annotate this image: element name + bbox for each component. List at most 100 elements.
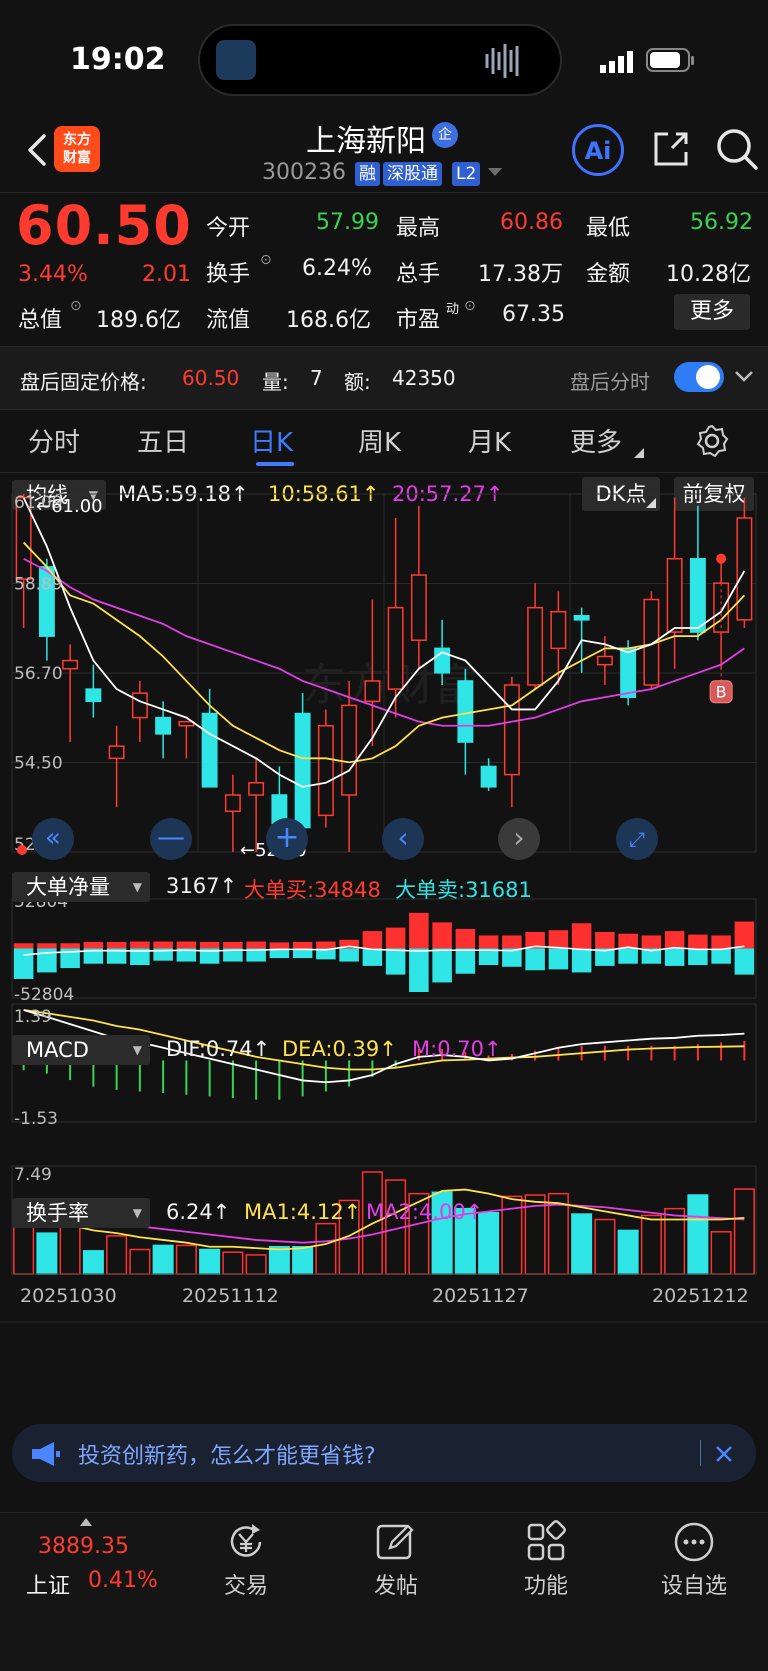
bigorder-buy-bar [595,931,615,949]
index-name[interactable]: 上证 [26,1568,70,1600]
bigorder-sell-bar [664,948,685,966]
date-axis-label: 20251112 [182,1285,279,1307]
scroll-left-button[interactable]: ‹ [382,818,424,860]
bigorder-sell-bar [548,948,569,970]
after-hours-timeshare-label: 盘后分时 [570,370,650,394]
nav-watchlist[interactable]: 设自选 [634,1568,754,1600]
triangle-up-icon [80,1518,92,1526]
turnover-bar [175,1244,197,1275]
back-icon[interactable] [18,128,58,172]
more-button[interactable]: 更多 [674,294,750,330]
after-hours-amt-label: 额: [344,370,371,394]
float-label: 流值 [206,308,251,333]
open-value: 57.99 [316,210,379,235]
buy-marker-label: B [716,683,727,702]
status-time: 19:02 [70,42,166,77]
bigorder-sell-bar [362,948,383,966]
turnover-bar [687,1194,709,1275]
function-grid-icon[interactable] [524,1520,568,1564]
app-logo: 东方 财富 [54,126,100,172]
kline-corner-dot [17,845,27,855]
bigorder-buy-bar [455,928,476,949]
turnover-top-label: 7.49 [14,1165,52,1185]
kline-y-label: 56.70 [14,664,63,684]
amount-value: 10.28亿 [666,262,751,287]
turnover-bar [292,1246,314,1275]
bigorder-sell-bar [432,948,452,983]
bigorder-buy-bar [409,912,429,949]
bigorder-sell-bar [385,948,406,975]
ai-button[interactable]: Ai [572,124,624,176]
candle-body [527,606,544,686]
macd-top-label: 1.39 [14,1007,52,1027]
after-hours-vol-label: 量: [262,370,289,394]
bigorder-buy-bar [618,933,638,949]
kline-chart-area[interactable]: 东方财富61.0958.8956.7054.5052.30←61.00←52.3… [0,480,768,1400]
settings-gear-icon[interactable] [695,424,729,458]
indicator-selector-turnover[interactable]: 换手率 ▼ [12,1198,150,1228]
zoom-out-button[interactable]: — [150,818,192,860]
tab-weekly-k[interactable]: 周K [358,422,401,459]
index-value[interactable]: 3889.35 [38,1534,129,1559]
indicator-selector-macd[interactable]: MACD ▼ [12,1035,150,1065]
close-icon[interactable] [714,1444,734,1464]
pe-label: 市盈 [396,308,441,333]
scroll-left-fast-button[interactable]: « [32,818,74,860]
bigorder-bottom-label: -52804 [14,985,74,1005]
bigorder-buy-bar [385,927,406,949]
indicator-selector-bigorder[interactable]: 大单净量 ▼ [12,872,150,902]
pe-value: 67.35 [502,302,565,327]
tab-daily-k[interactable]: 日K [250,422,293,459]
scroll-right-button[interactable]: › [498,818,540,860]
more-dots-icon[interactable] [672,1520,716,1564]
dropdown-caret-icon: ▼ [132,880,142,894]
bigorder-sell-bar [618,948,638,964]
info-icon[interactable]: ⊙ [260,252,272,268]
volume-label: 总手 [396,262,441,287]
search-icon[interactable] [714,126,760,172]
float-value: 168.6亿 [286,308,371,333]
enterprise-badge: 企 [432,122,458,148]
tabs-divider [0,472,768,473]
tab-monthly-k[interactable]: 月K [468,422,511,459]
stock-name: 上海新阳 [306,124,426,159]
macd-dif-value: DIF:0.74↑ [166,1037,271,1061]
chevron-down-icon[interactable] [488,168,502,178]
notice-text[interactable]: 投资创新药，怎么才能更省钱? [78,1438,376,1470]
nav-trade[interactable]: 交易 [186,1568,306,1600]
after-hours-amt: 42350 [392,366,456,390]
candle-body [387,606,404,690]
bigorder-buy-bar [153,941,173,949]
current-price: 60.50 [16,194,192,257]
chevron-down-icon[interactable] [734,370,754,384]
post-edit-icon[interactable] [374,1520,418,1564]
mcap-label: 总值 [18,308,63,333]
index-change[interactable]: 0.41% [88,1568,158,1593]
turnover-bar [640,1214,662,1275]
share-icon[interactable] [650,128,692,170]
zoom-in-button[interactable]: + [266,818,308,860]
bigorder-buy-bar [37,943,57,949]
tag-margin: 融 [355,162,380,186]
change-pct: 3.44% [18,262,88,287]
tab-timeshare[interactable]: 分时 [28,422,80,459]
info-icon[interactable]: ⊙ [464,298,476,314]
candle-body [85,688,102,703]
candle-body [178,720,195,727]
mcap-value: 189.6亿 [96,308,181,333]
tab-five-day[interactable]: 五日 [137,422,189,459]
trade-yen-icon[interactable] [224,1520,268,1564]
tab-more[interactable]: 更多 [570,422,622,459]
candle-body [341,704,358,796]
candle-body [596,655,613,666]
nav-function[interactable]: 功能 [486,1568,606,1600]
header-divider [0,192,768,193]
macd-bottom-label: -1.53 [14,1109,58,1129]
bigorder-buy-bar [199,941,220,949]
candle-body [62,659,79,670]
info-icon[interactable]: ⊙ [70,298,82,314]
turnover-bar [152,1244,174,1275]
fullscreen-button[interactable]: ⤢ [616,818,658,860]
nav-post[interactable]: 发帖 [336,1568,456,1600]
kline-y-label: 54.50 [14,754,63,774]
